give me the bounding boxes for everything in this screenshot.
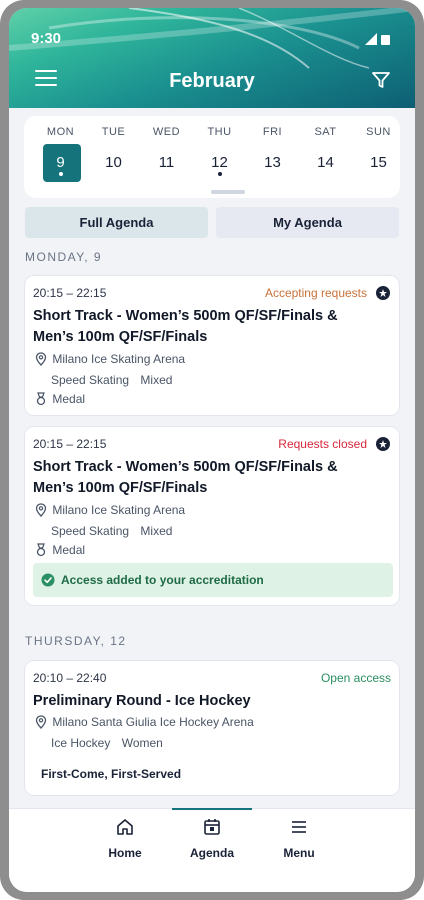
- event-title: Preliminary Round - Ice Hockey: [33, 693, 251, 709]
- medal-icon: [36, 543, 46, 557]
- device-frame: 9:30 February MON 9 TUE 10 WED 11 THU 12…: [0, 0, 424, 900]
- nav-agenda[interactable]: Agenda: [172, 808, 252, 860]
- event-title: Short Track - Women’s 500m QF/SF/Finals …: [33, 459, 338, 496]
- event-discipline: Ice Hockey: [51, 736, 111, 750]
- check-circle-icon: [41, 573, 55, 587]
- month-title: February: [169, 70, 255, 92]
- event-card[interactable]: 20:15 – 22:15 Accepting requests Short T…: [24, 275, 400, 416]
- event-tags: Ice Hockey Women: [51, 736, 171, 750]
- day-name: TUE: [101, 126, 126, 138]
- calendar-icon: [204, 819, 220, 835]
- bottom-navigation: Home Agenda Menu: [9, 808, 415, 892]
- access-banner-text: Access added to your accreditation: [61, 573, 264, 587]
- event-venue-row: Milano Santa Giulia Ice Hockey Arena: [33, 715, 254, 729]
- day-mon[interactable]: MON 9: [34, 116, 87, 198]
- event-medal-row: Medal: [33, 543, 85, 557]
- section-date-label: MONDAY, 9: [25, 250, 103, 264]
- event-card[interactable]: 20:10 – 22:40 Open access Preliminary Ro…: [24, 660, 400, 796]
- event-card[interactable]: 20:15 – 22:15 Requests closed Short Trac…: [24, 426, 400, 606]
- day-number: 15: [370, 154, 387, 171]
- expand-handle[interactable]: [211, 190, 245, 194]
- day-name: MON: [46, 126, 75, 138]
- header-swoosh-decoration: [9, 8, 415, 69]
- nav-menu[interactable]: Menu: [259, 817, 339, 860]
- medal-icon: [36, 392, 46, 406]
- filter-icon[interactable]: [371, 70, 391, 90]
- event-gender: Mixed: [140, 524, 173, 538]
- day-number: 11: [158, 154, 175, 171]
- access-added-banner: Access added to your accreditation: [33, 563, 393, 597]
- event-venue: Milano Santa Giulia Ice Hockey Arena: [52, 715, 254, 729]
- day-wed[interactable]: WED 11: [140, 116, 193, 198]
- event-status: Accepting requests: [264, 286, 367, 300]
- day-number: 10: [105, 154, 122, 171]
- info-icon[interactable]: [375, 436, 391, 452]
- app-header: 9:30 February: [9, 8, 415, 108]
- event-time: 20:10 – 22:40: [33, 671, 107, 685]
- event-venue: Milano Ice Skating Arena: [52, 503, 186, 517]
- event-tags: Speed Skating Mixed: [51, 373, 180, 387]
- day-sun[interactable]: SUN 15: [352, 116, 405, 198]
- day-name: THU: [207, 126, 232, 138]
- active-tab-indicator: [172, 808, 252, 810]
- day-number: 14: [317, 154, 334, 171]
- day-number: 12: [211, 154, 228, 171]
- first-come-first-served-note: First-Come, First-Served: [41, 767, 182, 781]
- app-screen: 9:30 February MON 9 TUE 10 WED 11 THU 12…: [9, 8, 415, 892]
- day-number: 13: [264, 154, 281, 171]
- signal-battery-icon: [365, 33, 390, 45]
- menu-icon: [292, 821, 306, 833]
- day-name: WED: [152, 126, 181, 138]
- location-pin-icon: [35, 503, 47, 517]
- event-medal: Medal: [52, 543, 86, 557]
- day-sat[interactable]: SAT 14: [299, 116, 352, 198]
- home-icon: [117, 819, 133, 835]
- event-title: Short Track - Women’s 500m QF/SF/Finals …: [33, 308, 338, 345]
- event-discipline: Speed Skating: [51, 524, 130, 538]
- event-time: 20:15 – 22:15: [33, 286, 107, 300]
- event-venue-row: Milano Ice Skating Arena: [33, 503, 185, 517]
- event-medal: Medal: [52, 392, 86, 406]
- event-dot: [58, 172, 63, 176]
- event-gender: Women: [121, 736, 163, 750]
- day-name: SAT: [314, 126, 337, 138]
- nav-menu-label: Menu: [283, 846, 315, 860]
- day-thu[interactable]: THU 12: [193, 116, 246, 198]
- event-time: 20:15 – 22:15: [33, 437, 107, 451]
- nav-home-label: Home: [108, 846, 142, 860]
- day-fri[interactable]: FRI 13: [246, 116, 299, 198]
- nav-agenda-label: Agenda: [189, 846, 234, 860]
- nav-home[interactable]: Home: [85, 817, 165, 860]
- event-status: Open access: [320, 671, 391, 685]
- status-time: 9:30: [31, 30, 62, 47]
- event-venue: Milano Ice Skating Arena: [52, 352, 186, 366]
- event-discipline: Speed Skating: [51, 373, 130, 387]
- info-icon[interactable]: [375, 285, 391, 301]
- day-name: SUN: [366, 126, 391, 138]
- event-gender: Mixed: [140, 373, 173, 387]
- event-medal-row: Medal: [33, 392, 85, 406]
- day-number: 9: [56, 154, 65, 171]
- tab-full-agenda[interactable]: Full Agenda: [25, 207, 208, 238]
- location-pin-icon: [35, 715, 47, 729]
- day-tue[interactable]: TUE 10: [87, 116, 140, 198]
- event-tags: Speed Skating Mixed: [51, 524, 180, 538]
- section-date-label: THURSDAY, 12: [25, 634, 127, 648]
- week-strip: MON 9 TUE 10 WED 11 THU 12 FRI 13 SAT 14…: [24, 116, 400, 198]
- location-pin-icon: [35, 352, 47, 366]
- event-venue-row: Milano Ice Skating Arena: [33, 352, 185, 366]
- tab-my-agenda[interactable]: My Agenda: [216, 207, 399, 238]
- day-name: FRI: [262, 126, 283, 138]
- event-dot: [217, 172, 222, 176]
- event-status: Requests closed: [278, 437, 367, 451]
